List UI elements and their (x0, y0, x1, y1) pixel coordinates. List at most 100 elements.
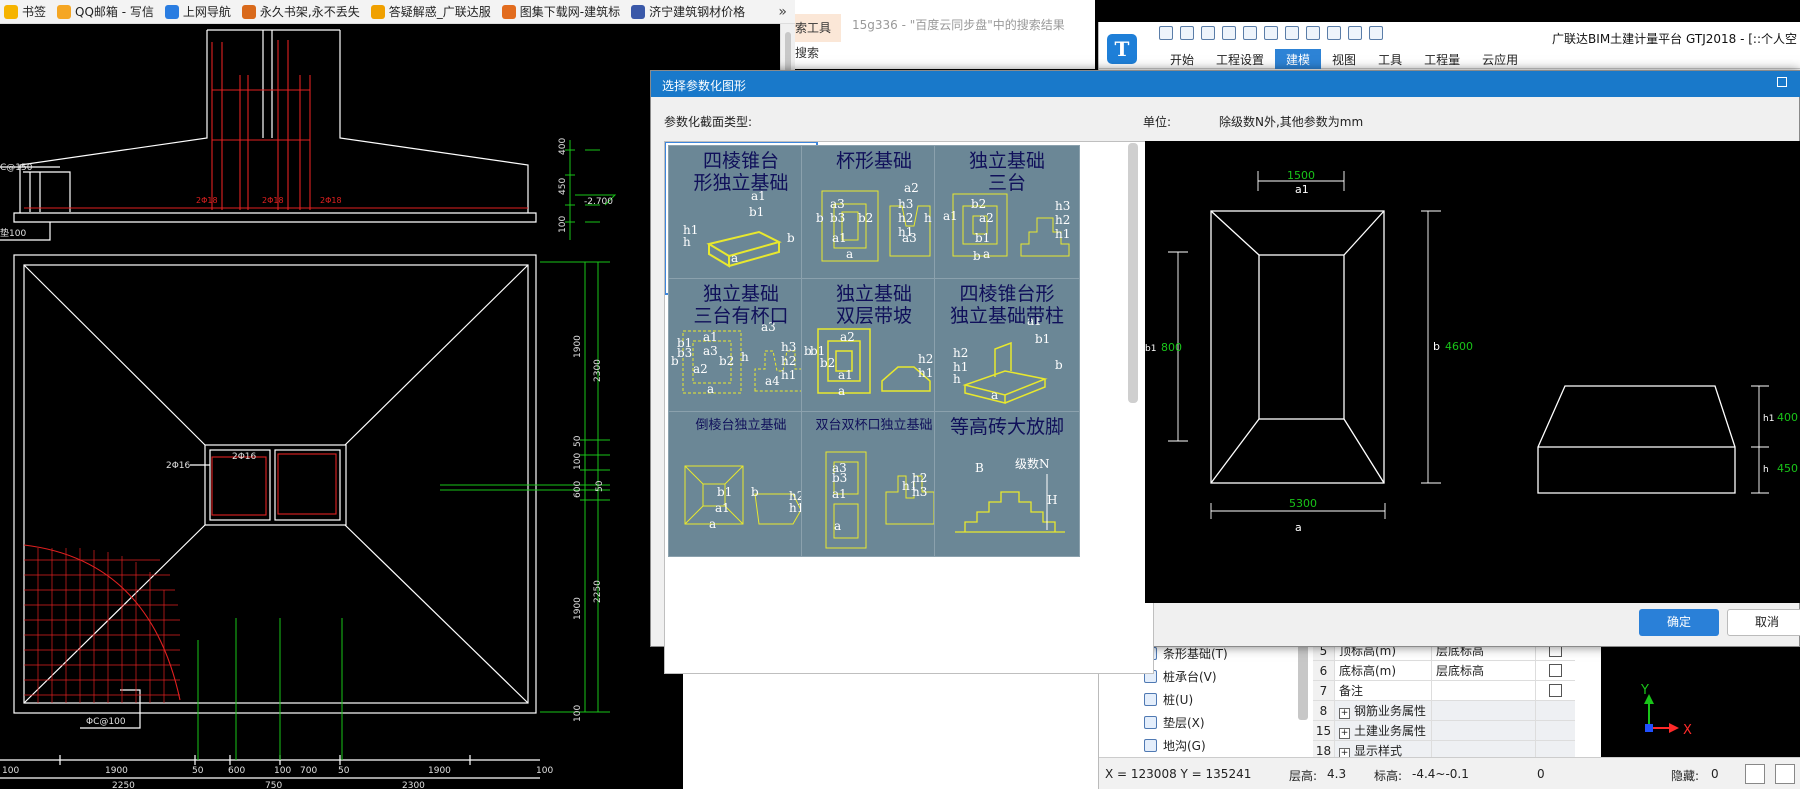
expand-icon[interactable]: + (1339, 728, 1350, 739)
shape-tile[interactable]: a2 b1 b2 a1 a b h2 h1 独立基础 双层带坡 (801, 278, 947, 424)
shape-tile[interactable]: b1 a1 a b h2 h1 倒棱台独立基础 (668, 411, 814, 557)
bookmarks-more-icon[interactable]: » (770, 4, 795, 20)
dialog-title-bar[interactable]: 选择参数化图形 (651, 71, 1800, 97)
shape-tile-name: 独立基础 三台有杯口 (693, 283, 789, 327)
property-value[interactable] (1432, 701, 1536, 720)
shape-tile-param: b (816, 211, 824, 225)
bookmark-item[interactable]: QQ邮箱 - 写信 (53, 0, 161, 23)
tree-item-label: 垫层(X) (1163, 716, 1205, 730)
shape-tile[interactable]: a1 b1 a b h1 h 四棱锥台 形独立基础 (665, 142, 818, 295)
property-value[interactable] (1432, 721, 1536, 740)
cad-dim-right-3: 100 (558, 216, 568, 233)
save-icon[interactable] (1201, 26, 1215, 40)
property-row[interactable]: 6 底标高(m) 层底标高 (1313, 661, 1575, 681)
status-view-toggle-icon[interactable] (1745, 764, 1765, 784)
shape-tile-param: a1 (832, 231, 847, 245)
property-value[interactable]: 层底标高 (1432, 661, 1536, 680)
bookmark-item[interactable]: 图集下载网-建筑标 (498, 0, 627, 23)
preview-h-value: 450 (1777, 462, 1798, 475)
property-extra (1536, 701, 1575, 720)
property-checkbox[interactable] (1549, 664, 1562, 677)
cancel-button[interactable]: 取消 (1727, 609, 1800, 636)
dialog-maximize-icon[interactable] (1777, 77, 1787, 87)
property-row[interactable]: 8 + 钢筋业务属性 (1313, 701, 1575, 721)
shape-tile-param: b3 (677, 346, 692, 360)
ribbon-tab[interactable]: 开始 (1159, 49, 1205, 69)
shape-tile[interactable]: a1 b1 b h2 h1 h a 四棱锥台形 独立基础带柱 (934, 278, 1080, 424)
shape-tile-param: b (804, 344, 812, 358)
preview-a1-value: 1500 (1287, 169, 1315, 182)
cad-dim-right-11: 100 (573, 705, 583, 722)
print-icon[interactable] (1369, 26, 1383, 40)
status-settings-icon[interactable] (1775, 764, 1795, 784)
tree-item[interactable]: 垫层(X) (1099, 711, 1289, 734)
open-file-icon[interactable] (1180, 26, 1194, 40)
edit-icon[interactable] (1327, 26, 1341, 40)
shape-tile-param: h3 (898, 197, 913, 211)
price-icon (631, 4, 646, 19)
property-name-text: 显示样式 (1354, 744, 1403, 758)
shape-tile-param: b (671, 354, 679, 368)
ribbon-tab[interactable]: 云应用 (1471, 49, 1529, 69)
ribbon-tab[interactable]: 工程量 (1413, 49, 1471, 69)
tree-scrollbar[interactable] (1298, 640, 1308, 720)
plan-inner-rect (1258, 254, 1345, 420)
shape-tile[interactable]: a2 a3 b2 b3 b a1 a h3 h2 h1 h a3 杯形基础 (801, 145, 947, 291)
cad-dim-total-2: 750 (265, 781, 282, 789)
property-checkbox[interactable] (1549, 684, 1562, 697)
redo-icon[interactable] (1243, 26, 1257, 40)
cad-dim-bottom-8: 1900 (428, 766, 451, 776)
tree-item[interactable]: 桩(U) (1099, 688, 1289, 711)
ribbon-tab[interactable]: 工程设置 (1205, 49, 1275, 69)
ribbon-tab[interactable]: 工具 (1367, 49, 1413, 69)
shape-gallery: a1 b1 a b h1 h 四棱锥台 形独立基础 a2 a3 b2 b3 b a1 a h3 h2 h1 h a3… (664, 141, 1154, 674)
shape-tile-param: h1 (1055, 227, 1070, 241)
ribbon-tab[interactable]: 建模 (1275, 49, 1322, 69)
tab-search-tools[interactable]: 索工具 (795, 14, 841, 42)
cad-dim-right-4: 1900 (573, 335, 583, 358)
status-floor-label: 层高: (1289, 769, 1318, 783)
shape-tile-name: 双台双杯口独立基础 (815, 418, 933, 433)
bookmark-item[interactable]: 永久书架,永不丢失 (238, 0, 367, 23)
scrollbar-thumb[interactable] (785, 32, 791, 72)
property-row[interactable]: 7 备注 (1313, 681, 1575, 701)
grid-icon[interactable] (1348, 26, 1362, 40)
ribbon-tab[interactable]: 视图 (1321, 49, 1367, 69)
bookmark-item[interactable]: 书签 (0, 0, 53, 23)
shape-tile-param: h1 (918, 366, 933, 380)
report-icon[interactable] (1285, 26, 1299, 40)
bookmark-item[interactable]: 答疑解惑_广联达服 (367, 0, 498, 23)
cad-dim-bottom-1: 100 (2, 766, 19, 776)
shape-tile[interactable]: b2 a2 a1 b1 a b h3 h2 h1 独立基础 三台 (934, 145, 1080, 291)
new-file-icon[interactable] (1159, 26, 1173, 40)
cad-label-bottom: ΦC@100 (86, 717, 126, 727)
cad-label-inner: 2Φ16 (166, 461, 191, 471)
bookmark-item[interactable]: 上网导航 (161, 0, 238, 23)
expand-icon[interactable]: + (1339, 708, 1350, 719)
gallery-scrollbar[interactable] (1128, 143, 1138, 403)
shape-tile-param: H (1047, 493, 1057, 507)
app-logo-icon[interactable]: T (1107, 34, 1137, 64)
cad-dim-total-1: 2250 (112, 781, 135, 789)
ok-button[interactable]: 确定 (1639, 609, 1719, 636)
bookmark-label: 书签 (22, 5, 47, 19)
shape-tile-param: h3 (1055, 199, 1070, 213)
property-value[interactable] (1432, 681, 1536, 700)
bookmark-item[interactable]: 济宁建筑钢材价格 (627, 0, 752, 23)
shape-tile[interactable]: B 级数N H 等高砖大放脚 (934, 411, 1080, 557)
shape-tile-param: b (1055, 358, 1063, 372)
property-row[interactable]: 15 + 土建业务属性 (1313, 721, 1575, 741)
tree-item[interactable]: 地沟(G) (1099, 734, 1289, 757)
sum-icon[interactable] (1264, 26, 1278, 40)
tab-search[interactable]: 搜索 (795, 44, 841, 64)
cad-dim-right-6: 50 (573, 435, 583, 447)
preview-a1-label: a1 (1295, 183, 1309, 196)
cad-drawing-area[interactable]: C@150 垫100 2Φ16 2Φ16 ΦC@100 -2.700 2Φ18 … (0, 0, 683, 789)
undo-icon[interactable] (1222, 26, 1236, 40)
axis-x-label: X (1683, 723, 1692, 738)
shape-tile-param: b (787, 231, 795, 245)
shape-tile[interactable]: a3 b3 a1 h1 h2 h3 a 双台双杯口独立基础 (801, 411, 947, 557)
shape-tile[interactable]: a1 a3 b1 b3 b2 a2 a b a3 h3 h2 h1 h a4 独立基础 三台有杯口 (668, 278, 814, 424)
view-icon[interactable] (1306, 26, 1320, 40)
preview-b1-label: b1 (1145, 344, 1156, 354)
